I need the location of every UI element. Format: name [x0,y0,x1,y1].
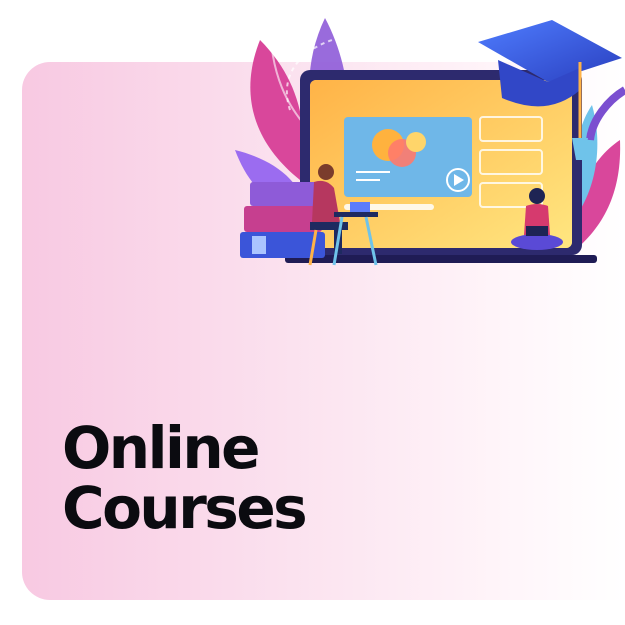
online-learning-illustration [235,18,625,266]
headline-line-2: Courses [62,474,308,542]
course-banner: Online Courses [0,0,625,625]
page-title: Online Courses [62,414,308,542]
headline-line-1: Online [62,414,261,482]
